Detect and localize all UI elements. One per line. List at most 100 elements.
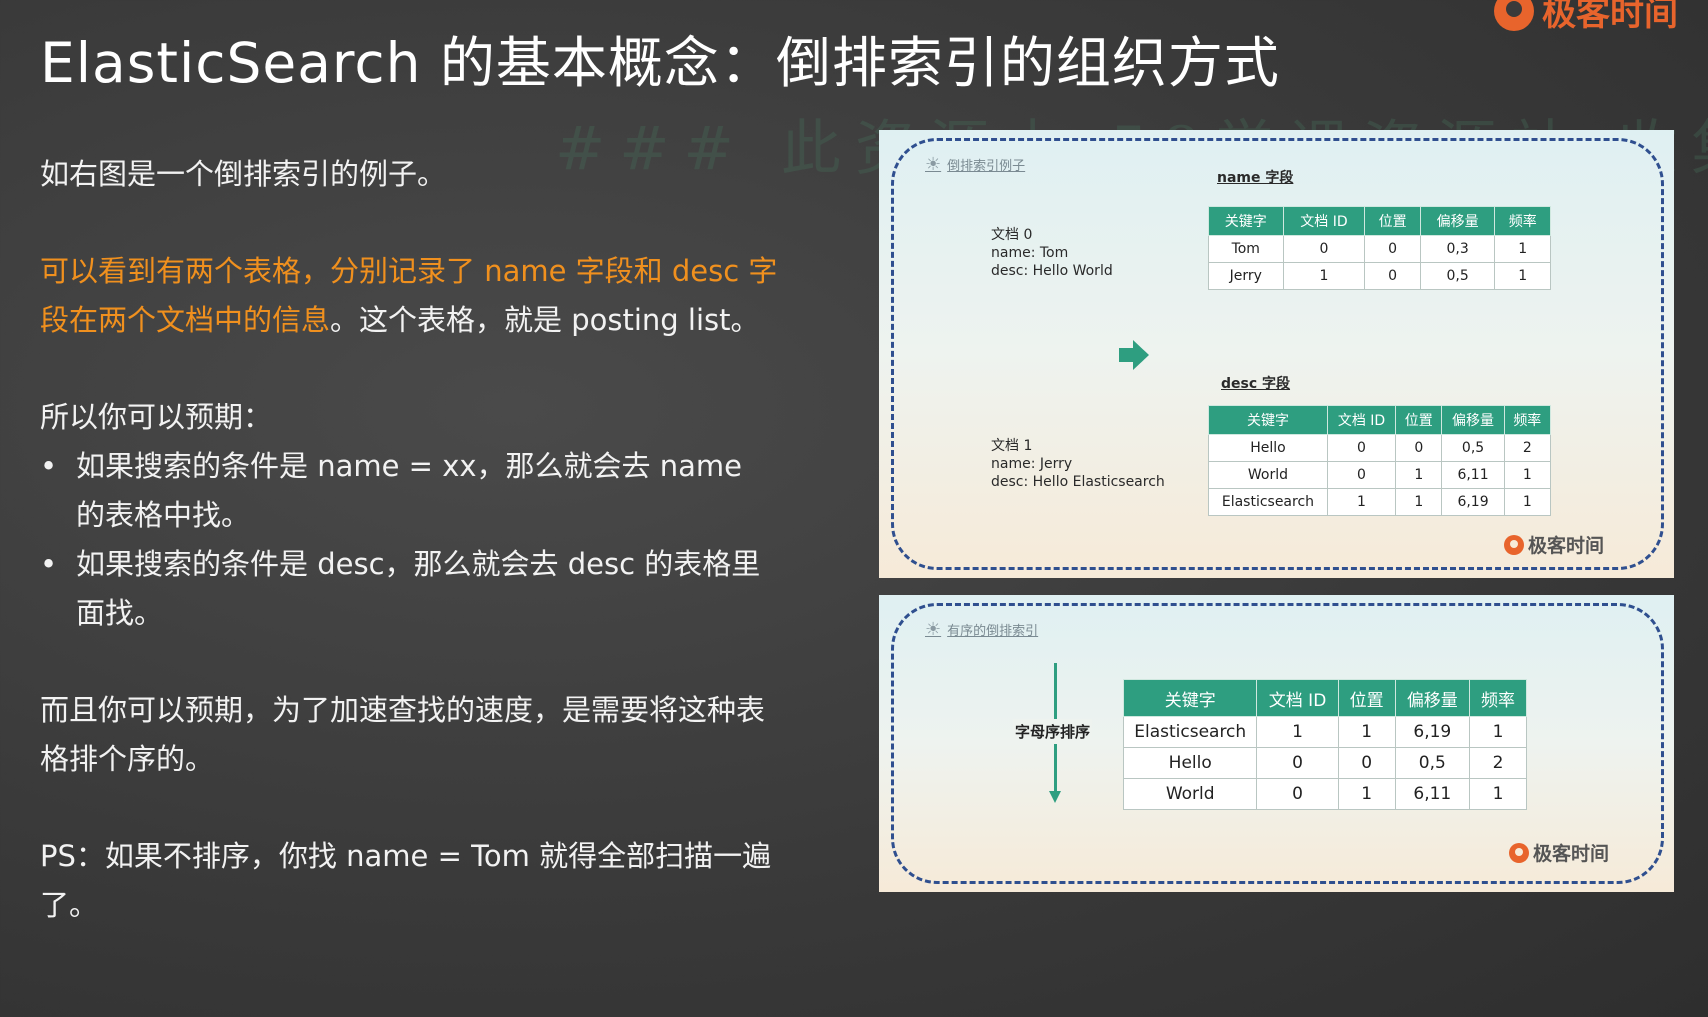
table-cell: 1 xyxy=(1337,716,1396,748)
table-cell: 0,5 xyxy=(1394,747,1471,779)
doc-1-name: name: Jerry xyxy=(991,456,1073,472)
posting-list-text: 。这个表格，就是 posting list。 xyxy=(330,303,760,337)
bullet-text: 如果搜索的条件是 name = xx，那么就会去 name 的表格中找。 xyxy=(76,449,742,532)
table-cell: Hello xyxy=(1122,747,1258,779)
column-header: 频率 xyxy=(1494,206,1551,236)
geektime-logo-icon xyxy=(1508,842,1529,863)
table-header-row: 关键字 文档 ID 位置 偏移量 频率 xyxy=(1208,206,1551,236)
column-header: 文档 ID xyxy=(1282,206,1366,236)
table-cell: 1 xyxy=(1395,461,1443,489)
name-field-label: name 字段 xyxy=(1217,170,1294,186)
table-cell: Hello xyxy=(1208,434,1328,462)
sort-label: 字母序排序 xyxy=(1013,719,1093,744)
table-cell: 0 xyxy=(1364,235,1421,263)
bullet-item: • 如果搜索的条件是 name = xx，那么就会去 name 的表格中找。 xyxy=(40,442,780,540)
geektime-watermark: 极客时间 xyxy=(1503,531,1604,558)
ps-note: PS：如果不排序，你找 name = Tom 就得全部扫描一遍了。 xyxy=(40,839,772,922)
table-cell: 0 xyxy=(1256,747,1339,779)
brand: 极客时间 xyxy=(1494,0,1678,35)
table-cell: 0 xyxy=(1282,235,1366,263)
column-header: 频率 xyxy=(1503,405,1552,435)
table-cell: 0 xyxy=(1326,434,1397,462)
table-row: Hello 0 0 0,5 2 xyxy=(1122,747,1527,779)
column-header: 偏移量 xyxy=(1441,405,1505,435)
column-header: 文档 ID xyxy=(1326,405,1397,435)
column-header: 关键字 xyxy=(1122,679,1258,717)
panel-title: ☀ 有序的倒排索引 xyxy=(925,619,1038,640)
column-header: 偏移量 xyxy=(1394,679,1471,717)
column-header: 频率 xyxy=(1469,679,1527,717)
table-cell: 1 xyxy=(1494,262,1551,290)
table-cell: 1 xyxy=(1503,488,1552,516)
table-row: Elasticsearch 1 1 6,19 1 xyxy=(1122,716,1527,748)
table-cell: 6,11 xyxy=(1441,461,1505,489)
table-cell: 1 xyxy=(1256,716,1339,748)
doc-1-desc: desc: Hello Elasticsearch xyxy=(991,474,1165,490)
table-cell: Tom xyxy=(1208,235,1284,263)
geektime-logo-text: 极客时间 xyxy=(1532,843,1609,865)
intro-text: 如右图是一个倒排索引的例子。 xyxy=(40,157,447,191)
doc-0-desc: desc: Hello World xyxy=(991,263,1113,279)
inverted-index-example-image: ☀ 倒排索引例子 文档 0 name: Tom desc: Hello Worl… xyxy=(879,130,1674,578)
table-cell: 1 xyxy=(1326,488,1397,516)
column-header: 关键字 xyxy=(1208,405,1328,435)
down-arrow-icon xyxy=(1049,791,1061,803)
name-posting-table: 关键字 文档 ID 位置 偏移量 频率 Tom 0 0 0,3 1 Jerry 1 0 0,5 1 xyxy=(1208,206,1551,290)
table-cell: 6,11 xyxy=(1394,778,1471,810)
column-header: 关键字 xyxy=(1208,206,1284,236)
table-cell: 1 xyxy=(1469,778,1527,810)
table-row: Elasticsearch 1 1 6,19 1 xyxy=(1208,488,1552,516)
table-cell: World xyxy=(1122,778,1258,810)
table-cell: 0 xyxy=(1395,434,1443,462)
desc-posting-table: 关键字 文档 ID 位置 偏移量 频率 Hello 0 0 0,5 2 World 0 1 6,11 1 El… xyxy=(1208,405,1552,516)
table-cell: 1 xyxy=(1282,262,1366,290)
table-cell: Elasticsearch xyxy=(1122,716,1258,748)
table-row: Hello 0 0 0,5 2 xyxy=(1208,434,1552,462)
posting-list-paragraph: 可以看到有两个表格，分别记录了 name 字段和 desc 字段在两个文档中的信… xyxy=(40,247,780,345)
table-cell: 0 xyxy=(1326,461,1397,489)
doc-1-title: 文档 1 xyxy=(991,438,1033,454)
table-cell: 6,19 xyxy=(1441,488,1505,516)
table-cell: 1 xyxy=(1503,461,1552,489)
doc-1: 文档 1 name: Jerry desc: Hello Elasticsear… xyxy=(991,437,1165,491)
desc-field-label: desc 字段 xyxy=(1221,376,1291,392)
table-cell: 0 xyxy=(1364,262,1421,290)
table-cell: World xyxy=(1208,461,1328,489)
panel-title: ☀ 倒排索引例子 xyxy=(925,154,1025,175)
geektime-logo-text: 极客时间 xyxy=(1527,535,1604,557)
table-cell: 6,19 xyxy=(1394,716,1471,748)
sorted-posting-table: 关键字 文档 ID 位置 偏移量 频率 Elasticsearch 1 1 6,19 1 Hello… xyxy=(1122,679,1527,810)
table-cell: Elasticsearch xyxy=(1208,488,1328,516)
left-column: 如右图是一个倒排索引的例子。 可以看到有两个表格，分别记录了 name 字段和 … xyxy=(40,150,780,930)
panel-title-text: 有序的倒排索引 xyxy=(947,624,1039,639)
table-header-row: 关键字 文档 ID 位置 偏移量 频率 xyxy=(1122,679,1527,717)
table-cell: 0,5 xyxy=(1419,262,1496,290)
table-cell: 0 xyxy=(1256,778,1339,810)
panel-title-text: 倒排索引例子 xyxy=(947,159,1026,174)
expectation-heading: 所以你可以预期： xyxy=(40,400,273,434)
bullet-item: • 如果搜索的条件是 desc，那么就会去 desc 的表格里面找。 xyxy=(40,540,780,638)
sorted-inverted-index-image: ☀ 有序的倒排索引 字母序排序 关键字 文档 ID 位置 偏移量 频率 Elasticse… xyxy=(879,595,1674,892)
table-cell: 2 xyxy=(1469,747,1527,779)
geektime-watermark: 极客时间 xyxy=(1508,839,1609,866)
table-header-row: 关键字 文档 ID 位置 偏移量 频率 xyxy=(1208,405,1552,435)
brand-name: 极客时间 xyxy=(1542,0,1678,34)
table-cell: Jerry xyxy=(1208,262,1284,290)
geektime-logo-icon xyxy=(1503,534,1524,555)
table-row: Tom 0 0 0,3 1 xyxy=(1208,235,1551,263)
table-cell: 1 xyxy=(1469,716,1527,748)
table-cell: 0,3 xyxy=(1419,235,1496,263)
doc-0-name: name: Tom xyxy=(991,245,1069,261)
geektime-logo-icon xyxy=(1494,0,1534,31)
doc-0-title: 文档 0 xyxy=(991,227,1033,243)
lightbulb-icon: ☀ xyxy=(925,619,942,640)
column-header: 偏移量 xyxy=(1419,206,1496,236)
sorting-paragraph: 而且你可以预期，为了加速查找的速度，是需要将这种表格排个序的。 xyxy=(40,693,766,776)
doc-0: 文档 0 name: Tom desc: Hello World xyxy=(991,226,1113,280)
column-header: 文档 ID xyxy=(1256,679,1339,717)
table-row: Jerry 1 0 0,5 1 xyxy=(1208,262,1551,290)
table-cell: 0,5 xyxy=(1441,434,1505,462)
table-cell: 0 xyxy=(1337,747,1396,779)
table-row: World 0 1 6,11 1 xyxy=(1208,461,1552,489)
column-header: 位置 xyxy=(1395,405,1443,435)
